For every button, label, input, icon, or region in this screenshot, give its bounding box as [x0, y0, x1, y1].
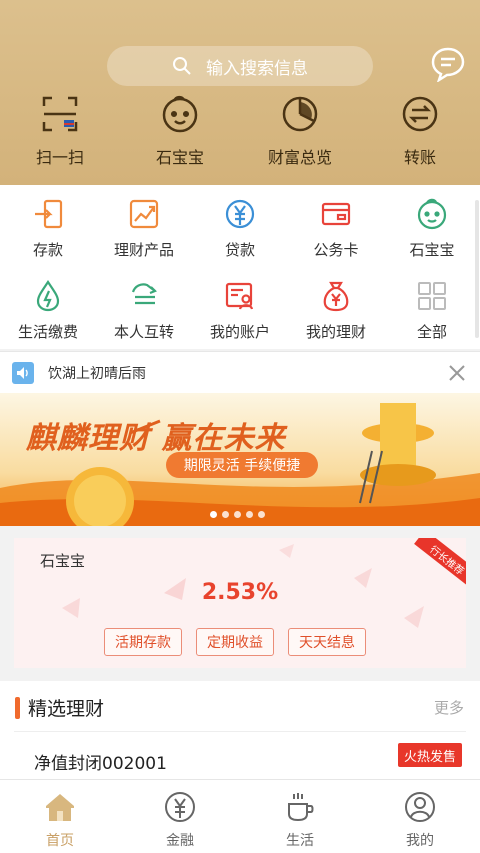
utility-drop-icon	[36, 280, 60, 312]
product-tag: 活期存款	[104, 628, 182, 656]
tab-mine[interactable]: 我的	[360, 780, 480, 853]
grid-item-official-card[interactable]: 公务卡	[288, 185, 384, 267]
notice-bar[interactable]: 饮湖上初晴后雨	[0, 351, 480, 393]
card-icon	[321, 202, 351, 226]
baby-face-icon	[158, 92, 202, 136]
carousel-dot[interactable]	[210, 511, 217, 518]
hot-sale-badge: 火热发售	[397, 743, 462, 767]
action-transfer[interactable]: 转账	[360, 92, 480, 168]
action-label: 石宝宝	[155, 148, 204, 167]
all-apps-icon	[418, 282, 446, 310]
search-placeholder: 输入搜索信息	[206, 58, 308, 79]
action-label: 转账	[403, 148, 436, 167]
tab-finance[interactable]: 金融	[120, 780, 240, 853]
tab-life[interactable]: 生活	[240, 780, 360, 853]
carousel-dot[interactable]	[246, 511, 253, 518]
grid-label: 石宝宝	[409, 241, 455, 259]
product-tag: 定期收益	[196, 628, 274, 656]
coffee-icon	[288, 793, 314, 822]
self-transfer-icon	[131, 283, 157, 305]
grid-item-loan[interactable]: 贷款	[192, 185, 288, 267]
banner-title: 麒麟理财 赢在未来	[26, 421, 286, 456]
speaker-icon	[12, 361, 34, 384]
money-bag-icon	[323, 281, 349, 312]
promo-banner[interactable]: 麒麟理财 赢在未来 期限灵活 手续便捷	[0, 393, 480, 526]
transfer-icon	[398, 92, 442, 136]
carousel-dot[interactable]	[222, 511, 229, 518]
home-icon	[46, 794, 74, 821]
more-link[interactable]: 更多	[434, 697, 464, 718]
grid-item-shibaobao[interactable]: 石宝宝	[384, 185, 480, 267]
scan-icon	[38, 92, 82, 136]
bottom-tab-bar: 首页 金融 生活 我的	[0, 779, 480, 853]
section-marker	[15, 697, 20, 719]
grid-item-utility-payment[interactable]: 生活缴费	[0, 267, 96, 349]
recommend-ribbon: 行长推荐	[414, 538, 466, 589]
grid-scrollbar[interactable]	[475, 200, 479, 338]
header: 输入搜索信息 扫一扫 石宝宝 财富总览 转账	[0, 0, 480, 185]
grid-item-deposit[interactable]: 存款	[0, 185, 96, 267]
grid-label: 公务卡	[313, 241, 359, 259]
user-icon	[405, 792, 435, 822]
tab-label: 首页	[46, 833, 74, 849]
action-wealth-overview[interactable]: 财富总览	[240, 92, 360, 168]
search-icon	[173, 57, 191, 75]
yen-circle-icon	[165, 792, 195, 822]
notice-text: 饮湖上初晴后雨	[48, 365, 146, 382]
grid-label: 存款	[32, 241, 63, 259]
grid-label: 我的账户	[209, 323, 270, 341]
account-icon	[225, 282, 254, 310]
product-tag: 天天结息	[288, 628, 366, 656]
tab-label: 金融	[166, 833, 194, 849]
product-rate: 2.53%	[201, 580, 279, 605]
featured-section: 精选理财 更多 净值封闭002001 火热发售	[0, 681, 480, 779]
finance-product-icon	[129, 199, 159, 229]
banner-tagline: 期限灵活 手续便捷	[166, 452, 318, 478]
action-scan[interactable]: 扫一扫	[0, 92, 120, 168]
action-label: 财富总览	[267, 148, 332, 167]
baby-face-icon	[417, 198, 447, 230]
product-card[interactable]: 石宝宝 2.53% 活期存款 定期收益 天天结息 行长推荐	[14, 538, 466, 668]
action-label: 扫一扫	[35, 148, 84, 167]
service-grid: 存款 理财产品 贷款 公务卡 石宝宝 生活缴费 本人互转 我的账户 我的理财 全…	[0, 185, 480, 349]
ribbon-clip: 行长推荐	[406, 538, 466, 598]
featured-product-name[interactable]: 净值封闭002001	[34, 749, 167, 774]
section-title: 精选理财	[28, 698, 105, 720]
product-card-section: 石宝宝 2.53% 活期存款 定期收益 天天结息 行长推荐	[0, 526, 480, 681]
grid-label: 贷款	[224, 241, 255, 259]
grid-label: 全部	[416, 323, 447, 341]
loan-icon	[225, 199, 255, 229]
grid-item-finance-products[interactable]: 理财产品	[96, 185, 192, 267]
divider	[14, 731, 466, 732]
close-icon[interactable]	[448, 364, 466, 382]
pie-chart-icon	[278, 92, 322, 136]
tab-home[interactable]: 首页	[0, 780, 120, 853]
product-name: 石宝宝	[40, 552, 86, 570]
top-actions: 扫一扫 石宝宝 财富总览 转账	[0, 92, 480, 168]
grid-item-my-finance[interactable]: 我的理财	[288, 267, 384, 349]
search-bar[interactable]: 输入搜索信息	[107, 46, 373, 86]
product-tags: 活期存款 定期收益 天天结息	[104, 628, 380, 656]
grid-label: 生活缴费	[17, 323, 78, 341]
deposit-icon	[35, 199, 63, 229]
carousel-dots[interactable]	[210, 511, 270, 518]
grid-label: 理财产品	[113, 241, 174, 259]
carousel-dot[interactable]	[234, 511, 241, 518]
grid-item-self-transfer[interactable]: 本人互转	[96, 267, 192, 349]
tab-label: 我的	[406, 833, 434, 849]
grid-item-all[interactable]: 全部	[384, 267, 480, 349]
tab-label: 生活	[286, 833, 314, 849]
carousel-dot[interactable]	[258, 511, 265, 518]
grid-label: 我的理财	[305, 323, 366, 341]
grid-label: 本人互转	[113, 323, 174, 341]
action-shibaobao[interactable]: 石宝宝	[120, 92, 240, 168]
grid-item-my-account[interactable]: 我的账户	[192, 267, 288, 349]
message-icon[interactable]	[430, 46, 466, 82]
